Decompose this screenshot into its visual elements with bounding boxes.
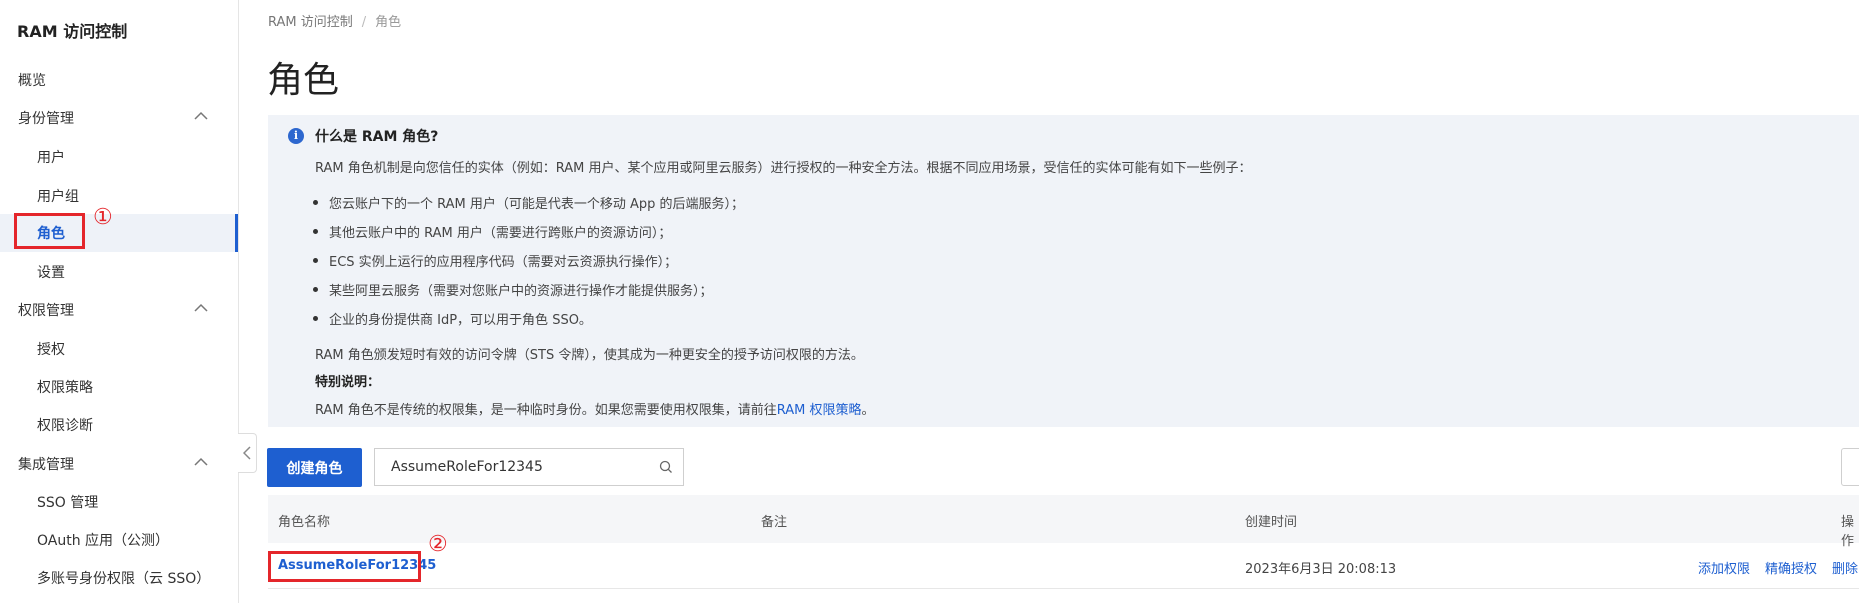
info-special-body: RAM 角色不是传统的权限集，是一种临时身份。如果您需要使用权限集，请前往: [315, 403, 777, 418]
nav-item-policies[interactable]: 权限策略: [0, 369, 238, 405]
column-header-note: 备注: [761, 515, 788, 530]
add-permission-link[interactable]: 添加权限: [1698, 558, 1750, 577]
nav-label: 授权: [37, 342, 65, 358]
table-header: 角色名称 备注 创建时间 操作: [268, 495, 1859, 549]
nav-item-cloud-sso[interactable]: 多账号身份权限（云 SSO）: [0, 560, 238, 596]
nav-overview[interactable]: 概览: [0, 62, 238, 98]
nav-label: 设置: [37, 265, 65, 281]
search-box: [374, 448, 684, 486]
nav-label: 权限管理: [18, 303, 74, 319]
breadcrumb-root[interactable]: RAM 访问控制: [268, 15, 353, 30]
chevron-left-icon: [243, 446, 251, 460]
app-title: RAM 访问控制: [17, 22, 128, 41]
info-bullet: 某些阿里云服务（需要对您账户中的资源进行操作才能提供服务）；: [313, 280, 713, 299]
info-bullet: 其他云账户中的 RAM 用户（需要进行跨账户的资源访问）；: [312, 222, 671, 241]
breadcrumb: RAM 访问控制 / 角色: [268, 11, 401, 30]
nav-label: 概览: [18, 73, 46, 89]
info-special-end: 。: [861, 403, 875, 418]
nav-item-sso[interactable]: SSO 管理: [0, 484, 238, 520]
nav-group-integration[interactable]: 集成管理: [0, 446, 238, 482]
sidebar: RAM 访问控制 概览 身份管理 用户 用户组 角色 设置 权限管理 授权 权限…: [0, 0, 239, 603]
delete-link[interactable]: 删除: [1832, 558, 1858, 577]
nav-item-user-groups[interactable]: 用户组: [0, 178, 238, 214]
highlight-box-roles: [14, 213, 85, 249]
nav-item-users[interactable]: 用户: [0, 139, 238, 175]
info-special-text: RAM 角色不是传统的权限集，是一种临时身份。如果您需要使用权限集，请前往RAM…: [315, 399, 875, 418]
info-bullet: 您云账户下的一个 RAM 用户（可能是代表一个移动 App 的后端服务）；: [312, 193, 744, 212]
page-title: 角色: [267, 60, 340, 101]
nav-item-oauth[interactable]: OAuth 应用（公测）: [0, 522, 238, 558]
chevron-up-icon: [194, 303, 208, 312]
info-bullet: ECS 实例上运行的应用程序代码（需要对云资源执行操作）；: [312, 251, 677, 270]
info-icon: i: [288, 128, 304, 144]
nav-item-diagnosis[interactable]: 权限诊断: [0, 407, 238, 443]
chevron-up-icon: [194, 457, 208, 466]
breadcrumb-current: 角色: [375, 15, 402, 30]
nav-label: 用户组: [37, 189, 79, 205]
nav-group-permissions[interactable]: 权限管理: [0, 292, 238, 328]
nav-label: 用户: [37, 150, 65, 166]
ram-policy-link[interactable]: RAM 权限策略: [777, 403, 862, 418]
info-title: 什么是 RAM 角色?: [315, 129, 439, 145]
annotation-marker-2: ②: [428, 532, 448, 557]
nav-group-identity[interactable]: 身份管理: [0, 100, 238, 136]
sidebar-collapse-button[interactable]: [238, 433, 257, 473]
nav-label: 权限策略: [37, 380, 93, 396]
table-row: AssumeRoleFor12345 2023年6月3日 20:08:13 添加…: [268, 543, 1859, 589]
info-sts-note: RAM 角色颁发短时有效的访问令牌（STS 令牌），使其成为一种更安全的授予访问…: [315, 348, 864, 363]
info-special-title: 特别说明：: [315, 375, 381, 390]
role-created-time: 2023年6月3日 20:08:13: [1245, 562, 1397, 577]
nav-label: SSO 管理: [37, 495, 99, 511]
breadcrumb-separator: /: [361, 15, 367, 30]
nav-label: 多账号身份权限（云 SSO）: [37, 571, 211, 587]
nav-label: 集成管理: [18, 457, 74, 473]
annotation-marker-1: ①: [93, 205, 113, 230]
info-intro: RAM 角色机制是向您信任的实体（例如：RAM 用户、某个应用或阿里云服务）进行…: [315, 161, 1252, 176]
nav-label: 身份管理: [18, 111, 74, 127]
info-bullet: 企业的身份提供商 IdP，可以用于角色 SSO。: [313, 309, 592, 328]
column-header-created: 创建时间: [1245, 515, 1298, 530]
precise-authorization-link[interactable]: 精确授权: [1765, 558, 1817, 577]
refresh-button[interactable]: [1841, 448, 1859, 486]
info-panel: i 什么是 RAM 角色? RAM 角色机制是向您信任的实体（例如：RAM 用户…: [268, 115, 1859, 427]
nav-label: 权限诊断: [37, 418, 93, 434]
chevron-up-icon: [194, 111, 208, 120]
highlight-box-role-name: [268, 551, 421, 582]
search-input[interactable]: [389, 458, 643, 476]
nav-label: OAuth 应用（公测）: [37, 533, 170, 549]
nav-item-settings[interactable]: 设置: [0, 254, 238, 290]
nav-item-authorization[interactable]: 授权: [0, 331, 238, 367]
search-icon[interactable]: [659, 460, 673, 474]
column-header-role-name: 角色名称: [278, 515, 331, 530]
create-role-button[interactable]: 创建角色: [267, 448, 362, 487]
